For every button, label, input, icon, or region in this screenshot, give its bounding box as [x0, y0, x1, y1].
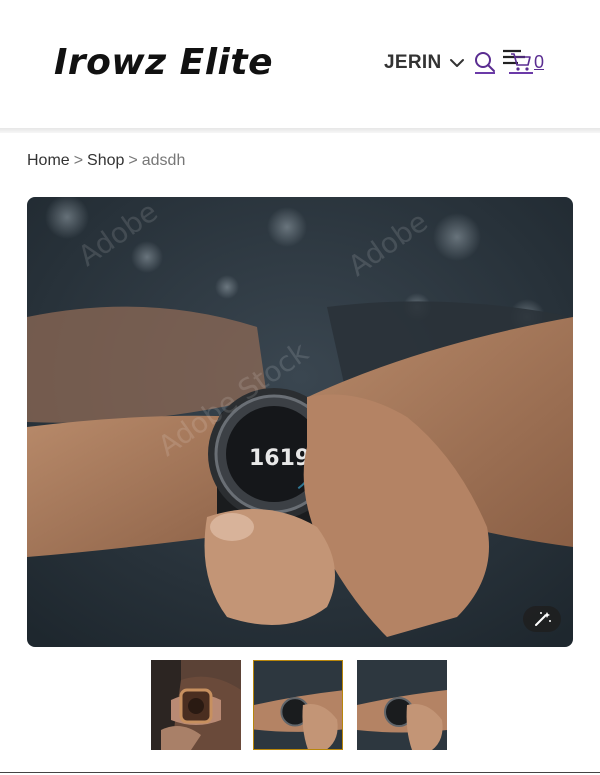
breadcrumb-current: adsdh [141, 152, 186, 169]
site-logo[interactable]: Irowz Elite [54, 42, 273, 83]
bottom-divider [0, 772, 600, 773]
breadcrumb-separator: > [128, 152, 138, 169]
breadcrumb-separator: > [73, 152, 84, 169]
product-thumbnail[interactable] [357, 660, 447, 750]
header-divider [0, 128, 600, 133]
magic-wand-icon [535, 612, 551, 626]
user-name: JERIN [384, 52, 442, 73]
thumbnail-image [357, 660, 447, 750]
svg-text:1619: 1619 [249, 446, 310, 471]
breadcrumb: Home > Shop > adsdh [27, 152, 185, 170]
product-thumbnail[interactable] [253, 660, 343, 750]
cart-icon[interactable] [510, 52, 532, 72]
watch-photo: 1619 Adobe Adobe Adobe Stock [27, 197, 573, 647]
cart-count[interactable]: 0 [534, 52, 544, 73]
zoom-button[interactable] [523, 606, 561, 632]
search-underline [475, 72, 495, 74]
product-thumbnail[interactable] [151, 660, 241, 750]
breadcrumb-home[interactable]: Home [27, 152, 70, 169]
thumbnail-image [254, 661, 342, 749]
thumbnail-image [151, 660, 241, 750]
product-main-image[interactable]: 1619 Adobe Adobe Adobe Stock [27, 197, 573, 647]
breadcrumb-shop[interactable]: Shop [87, 152, 124, 169]
site-header: Irowz Elite JERIN 0 [0, 0, 600, 128]
user-menu[interactable]: JERIN [384, 52, 465, 74]
cart-underline [509, 72, 533, 74]
chevron-down-icon [450, 59, 465, 67]
search-icon[interactable] [474, 51, 496, 73]
